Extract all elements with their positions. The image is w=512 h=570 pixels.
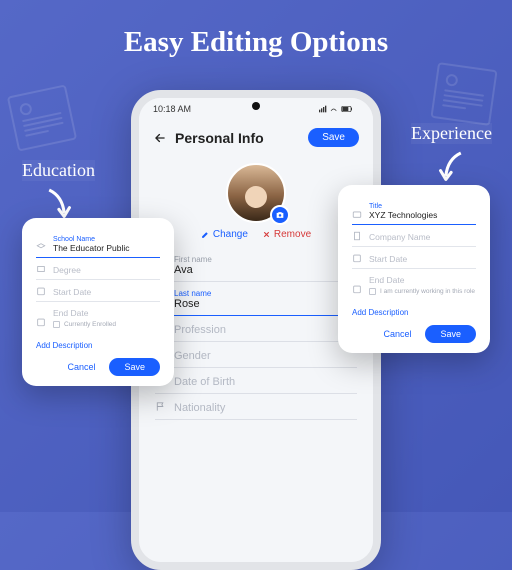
field-first-name[interactable]: First nameAva	[155, 248, 357, 282]
camera-badge[interactable]	[270, 205, 290, 225]
close-icon	[262, 230, 271, 239]
field-end-date[interactable]: End Date Currently Enrolled	[36, 302, 160, 332]
change-link[interactable]: Change	[201, 229, 248, 240]
checkbox-working[interactable]: I am currently working in this role	[369, 288, 476, 295]
field-nationality[interactable]: Nationality	[155, 394, 357, 420]
field-dob[interactable]: Date of Birth	[155, 368, 357, 394]
add-description-link[interactable]: Add Description	[36, 341, 160, 350]
remove-link[interactable]: Remove	[262, 229, 311, 240]
arrow-icon	[430, 146, 474, 190]
field-gender[interactable]: Gender	[155, 342, 357, 368]
save-button[interactable]: Save	[109, 358, 160, 376]
checkbox-enrolled[interactable]: Currently Enrolled	[53, 321, 160, 328]
field-end-date[interactable]: End Date I am currently working in this …	[352, 269, 476, 299]
field-start-date[interactable]: Start Date	[352, 247, 476, 269]
experience-card: TitleXYZ Technologies Company Name Start…	[338, 185, 490, 353]
page-title: Easy Editing Options	[0, 0, 512, 59]
calendar-icon	[352, 253, 362, 263]
status-icons	[319, 105, 359, 113]
callout-experience: Experience	[411, 123, 492, 190]
calendar-icon	[36, 317, 46, 327]
field-company[interactable]: Company Name	[352, 225, 476, 247]
save-button[interactable]: Save	[425, 325, 476, 343]
briefcase-icon	[352, 209, 362, 219]
school-icon	[36, 242, 46, 252]
bg-doc-icon	[430, 62, 497, 126]
calendar-icon	[352, 284, 362, 294]
cancel-button[interactable]: Cancel	[59, 358, 103, 376]
building-icon	[352, 231, 362, 241]
field-last-name[interactable]: Last nameRose	[155, 282, 357, 316]
bg-doc-icon	[7, 84, 77, 151]
save-button[interactable]: Save	[308, 128, 359, 147]
degree-icon	[36, 264, 46, 274]
calendar-icon	[36, 286, 46, 296]
callout-label: Experience	[411, 123, 492, 144]
status-time: 10:18 AM	[153, 104, 191, 114]
education-card: School NameThe Educator Public Degree St…	[22, 218, 174, 386]
flag-icon	[155, 401, 166, 412]
field-profession[interactable]: Profession	[155, 316, 357, 342]
pencil-icon	[201, 230, 210, 239]
field-degree[interactable]: Degree	[36, 258, 160, 280]
callout-education: Education	[22, 160, 95, 227]
add-description-link[interactable]: Add Description	[352, 308, 476, 317]
field-title[interactable]: TitleXYZ Technologies	[352, 197, 476, 225]
screen-header: Personal Info Save	[139, 120, 373, 155]
callout-label: Education	[22, 160, 95, 181]
field-start-date[interactable]: Start Date	[36, 280, 160, 302]
cancel-button[interactable]: Cancel	[375, 325, 419, 343]
field-school-name[interactable]: School NameThe Educator Public	[36, 230, 160, 258]
screen-title: Personal Info	[175, 130, 264, 146]
back-icon[interactable]	[153, 131, 167, 145]
status-bar: 10:18 AM	[139, 98, 373, 120]
